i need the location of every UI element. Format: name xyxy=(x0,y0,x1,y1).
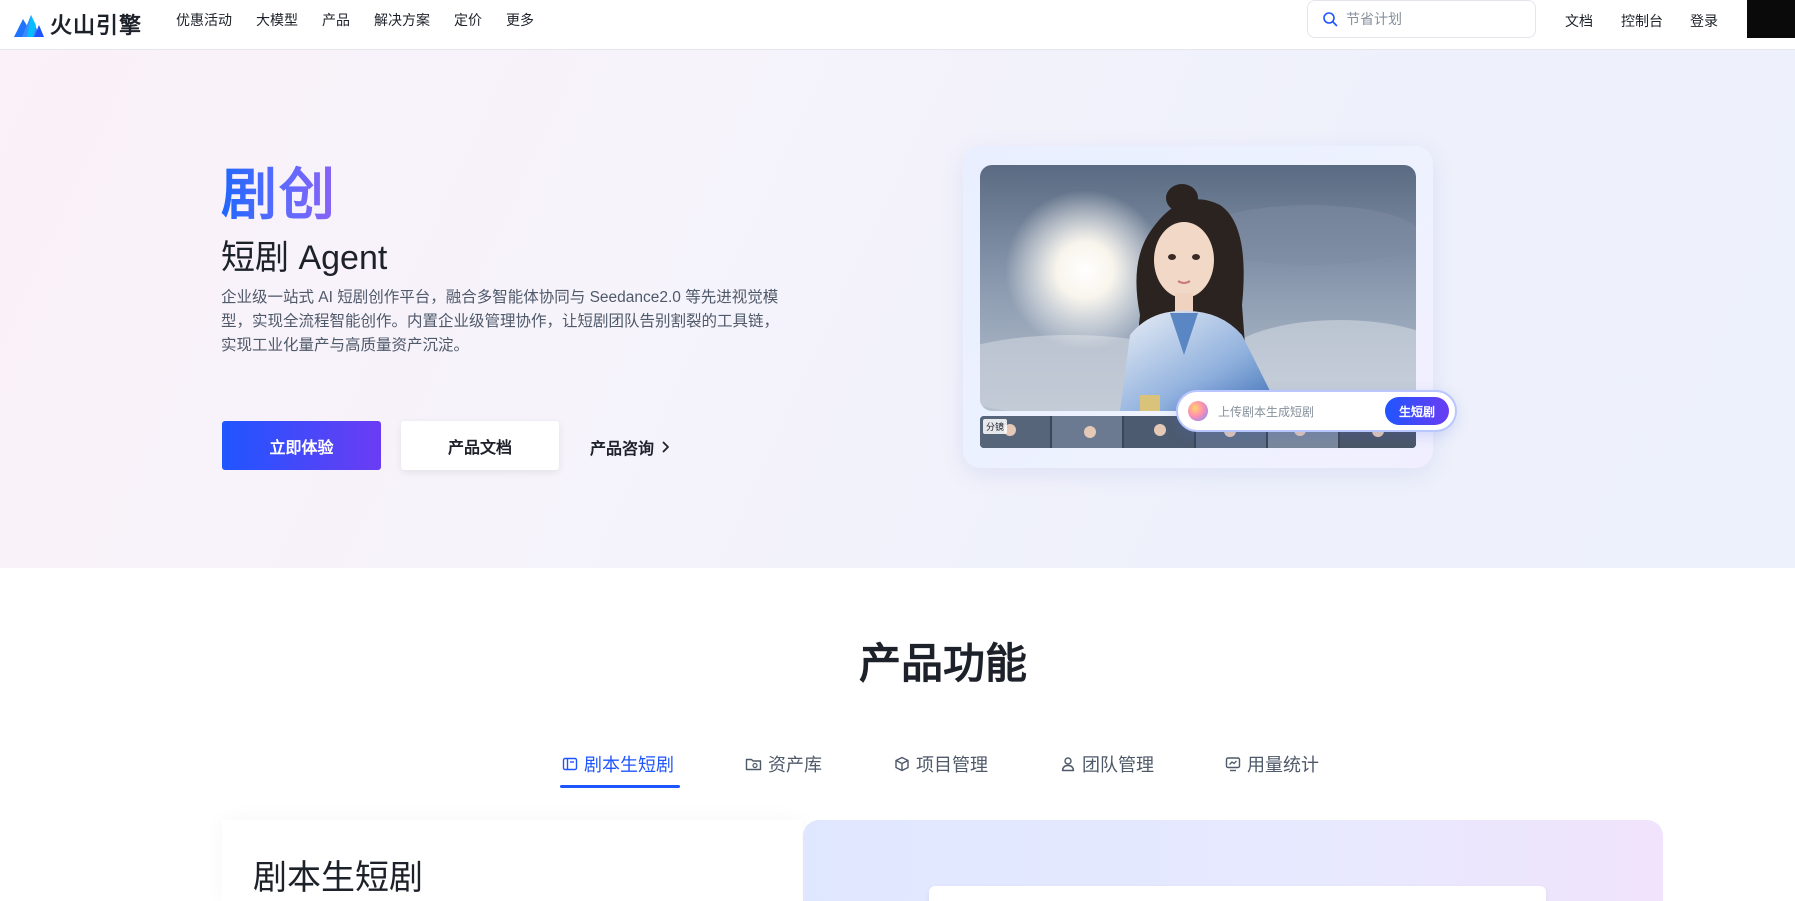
feature-preview xyxy=(803,820,1663,901)
cube-icon xyxy=(895,756,909,772)
nav-item-more[interactable]: 更多 xyxy=(506,10,534,30)
product-docs-button[interactable]: 产品文档 xyxy=(401,421,559,470)
tab-asset-library[interactable]: 资产库 xyxy=(745,741,822,787)
nav-item-promotions[interactable]: 优惠活动 xyxy=(176,10,232,30)
nav-item-models[interactable]: 大模型 xyxy=(256,10,298,30)
tab-project-management[interactable]: 项目管理 xyxy=(894,741,988,787)
tab-usage-stats[interactable]: 用量统计 xyxy=(1225,741,1319,787)
storyboard-label: 分镜 xyxy=(983,419,1008,434)
tab-label: 项目管理 xyxy=(916,755,988,775)
features-title: 产品功能 xyxy=(858,640,1027,687)
script-upload-bar[interactable]: 上传剧本生成短剧 生短剧 xyxy=(1176,390,1457,432)
product-consult-link[interactable]: 产品咨询 xyxy=(590,435,670,459)
search-box[interactable] xyxy=(1307,0,1536,38)
hero-subtitle: 短剧 Agent xyxy=(221,239,388,277)
generate-drama-button[interactable]: 生短剧 xyxy=(1385,397,1449,425)
docs-link[interactable]: 文档 xyxy=(1565,11,1593,31)
tab-label: 剧本生短剧 xyxy=(584,755,674,775)
ai-orb-icon xyxy=(1188,401,1208,421)
volcano-logo-icon xyxy=(14,15,44,37)
asset-folder-icon xyxy=(745,758,762,771)
hero-title: 剧创 xyxy=(221,150,337,231)
logo[interactable]: 火山引擎 xyxy=(14,6,142,42)
logo-text: 火山引擎 xyxy=(50,13,143,38)
script-upload-placeholder[interactable]: 上传剧本生成短剧 xyxy=(1218,403,1375,420)
feature-panel-title: 剧本生短剧 xyxy=(253,859,423,897)
top-header: 火山引擎 优惠活动 大模型 产品 解决方案 定价 更多 文档 控制台 登录 xyxy=(0,0,1795,50)
search-icon xyxy=(1323,12,1338,27)
feature-tabs: 剧本生短剧 资产库 项目管理 团队管理 用量统计 xyxy=(0,741,1795,789)
app-preview-window xyxy=(929,886,1546,901)
nav-item-solutions[interactable]: 解决方案 xyxy=(374,10,430,30)
main-nav: 优惠活动 大模型 产品 解决方案 定价 更多 xyxy=(176,0,534,40)
tab-script-to-drama[interactable]: 剧本生短剧 xyxy=(562,741,674,787)
hero-section: 剧创 短剧 Agent 企业级一站式 AI 短剧创作平台，融合多智能体协同与 S… xyxy=(0,50,1795,568)
nav-item-products[interactable]: 产品 xyxy=(322,10,350,30)
script-icon xyxy=(562,757,578,771)
chevron-right-icon xyxy=(662,441,669,453)
tab-label: 用量统计 xyxy=(1247,755,1319,775)
hero-description: 企业级一站式 AI 短剧创作平台，融合多智能体协同与 Seedance2.0 等… xyxy=(221,289,780,354)
console-link[interactable]: 控制台 xyxy=(1621,11,1663,31)
user-icon xyxy=(1061,757,1075,772)
active-tab-indicator xyxy=(560,785,680,788)
tab-label: 资产库 xyxy=(768,755,822,775)
signup-button[interactable] xyxy=(1747,0,1795,38)
login-link[interactable]: 登录 xyxy=(1690,11,1718,31)
search-input[interactable] xyxy=(1346,11,1526,27)
nav-item-pricing[interactable]: 定价 xyxy=(454,10,482,30)
monitor-chart-icon xyxy=(1225,757,1241,772)
hero-character-image xyxy=(980,165,1416,411)
tab-team-management[interactable]: 团队管理 xyxy=(1060,741,1154,787)
tab-label: 团队管理 xyxy=(1082,755,1154,775)
try-now-button[interactable]: 立即体验 xyxy=(222,421,381,470)
product-consult-label: 产品咨询 xyxy=(590,441,655,458)
